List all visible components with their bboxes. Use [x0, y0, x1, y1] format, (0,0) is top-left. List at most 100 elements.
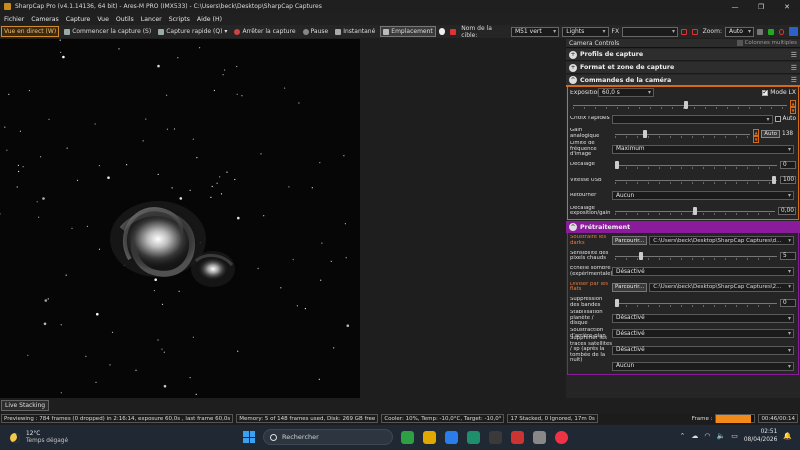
fx-select[interactable] — [622, 26, 678, 37]
menu-icon[interactable]: ☰ — [791, 51, 797, 59]
exposure-gain-offset-value[interactable]: 0,00 — [778, 207, 796, 216]
multi-columns-toggle[interactable]: Colonnes multiples — [736, 40, 797, 46]
exposure-gain-offset-slider[interactable] — [615, 207, 775, 216]
hot-pixels-value[interactable]: 5 — [780, 252, 796, 261]
menu-icon[interactable]: ☰ — [791, 76, 797, 84]
taskbar-app-icon[interactable] — [489, 430, 502, 444]
taskbar-search[interactable]: Rechercher — [263, 429, 393, 445]
menu-fichier[interactable]: Fichier — [4, 16, 24, 23]
quick-choice-select[interactable] — [612, 114, 773, 124]
cloud-icon[interactable]: ☁ — [691, 432, 698, 440]
target-name-select[interactable]: M51 vert — [510, 26, 560, 37]
menu-lancer[interactable]: Lancer — [141, 16, 162, 23]
offset-slider[interactable] — [615, 160, 777, 169]
close-button[interactable]: ✕ — [774, 3, 800, 11]
menu-icon[interactable]: ☰ — [791, 64, 797, 72]
placement-button[interactable]: Emplacement — [380, 26, 436, 37]
framerate-row: Limite de fréquence d'image Maximum — [568, 141, 798, 158]
slider-thumb[interactable] — [693, 207, 698, 216]
pause-button[interactable]: Pause — [301, 26, 331, 37]
background-subtraction-select[interactable]: Désactivé — [612, 329, 794, 339]
lx-mode-toggle[interactable]: Mode LX — [762, 88, 796, 96]
grid-icon[interactable] — [691, 28, 698, 35]
star — [6, 149, 8, 151]
banding-value[interactable]: 0 — [780, 298, 796, 307]
gain-slider[interactable] — [615, 129, 751, 138]
start-capture-button[interactable]: Commencer la capture (S) — [62, 26, 153, 37]
maximize-button[interactable]: ❐ — [748, 3, 774, 11]
gain-spinner[interactable]: ▲ ▼ — [753, 128, 760, 143]
clock[interactable]: 02:51 08/04/2026 — [744, 428, 777, 444]
chevron-up-icon[interactable]: ⌃ — [680, 432, 686, 440]
exposure-select[interactable]: 60,0 s — [598, 88, 654, 97]
histogram-icon[interactable] — [757, 28, 763, 35]
menu-vue[interactable]: Vue — [97, 16, 109, 23]
menu-scripts[interactable]: Scripts — [169, 16, 190, 23]
auto-toggle[interactable]: Auto — [774, 116, 796, 122]
section-capture-profiles[interactable]: + Profils de capture ☰ — [566, 49, 800, 61]
menu-outils[interactable]: Outils — [116, 16, 134, 23]
battery-icon[interactable]: ▭ — [731, 432, 738, 440]
flats-browse-button[interactable]: Parcourir... — [612, 282, 648, 292]
crop-icon[interactable] — [680, 28, 687, 35]
stop-capture-button[interactable]: Arrêter la capture — [232, 26, 297, 37]
volume-icon[interactable]: 🔈 — [717, 432, 726, 440]
star — [157, 64, 160, 68]
flip-select[interactable]: Aucun — [612, 191, 794, 201]
gain-auto-button[interactable]: Auto — [761, 129, 780, 138]
menu-cameras[interactable]: Cameras — [31, 16, 59, 23]
taskbar-app-icon[interactable] — [445, 430, 458, 444]
windows-start-icon[interactable] — [243, 431, 255, 443]
section-format[interactable]: + Format et zone de capture ☰ — [566, 62, 800, 74]
taskbar-app-icon[interactable] — [511, 430, 524, 444]
offset-value[interactable]: 0 — [780, 160, 796, 169]
zoom-select[interactable]: Auto — [724, 26, 755, 37]
snapshot-button[interactable]: Instantané — [333, 26, 377, 37]
dark-scale-select[interactable]: Désactivé — [612, 267, 794, 277]
checkbox-icon — [774, 116, 781, 122]
framerate-select[interactable]: Maximum — [612, 144, 794, 154]
usb-speed-slider[interactable] — [615, 176, 777, 185]
exposure-spinner[interactable]: ▲ ▼ — [790, 100, 796, 114]
slider-thumb[interactable] — [639, 252, 644, 261]
record-icon[interactable] — [438, 28, 446, 35]
notification-icon[interactable]: 🔔 — [783, 432, 792, 440]
banding-slider[interactable] — [615, 298, 777, 307]
menu-aide[interactable]: Aide (H) — [197, 16, 222, 23]
slider-thumb[interactable] — [643, 129, 648, 138]
live-view-button[interactable]: Vue en direct (W) — [1, 26, 60, 37]
exposure-slider[interactable] — [573, 101, 787, 109]
banding-row: Suppression des bandes 0 — [568, 295, 798, 311]
slider-thumb[interactable] — [615, 160, 619, 169]
section-camera-controls[interactable]: ^ Commandes de la caméra ☰ — [566, 75, 800, 87]
weather-widget[interactable]: 12°C Temps dégagé — [10, 431, 68, 445]
taskbar-app-icon[interactable] — [401, 430, 414, 444]
triangle-icon[interactable] — [767, 28, 774, 35]
section-preprocessing[interactable]: ^ Prétraitement — [566, 221, 800, 233]
slider-thumb[interactable] — [615, 298, 619, 307]
taskbar-app-icon[interactable] — [555, 430, 568, 444]
planet-stabilization-select[interactable]: Désactivé — [612, 313, 794, 323]
flats-path-select[interactable]: C:\Users\beck\Desktop\SharpCap Captures\… — [649, 282, 794, 292]
satellite-trails-select[interactable]: Désactivé — [612, 345, 794, 355]
slider-thumb[interactable] — [684, 101, 689, 109]
slider-thumb[interactable] — [772, 176, 777, 185]
frame-type-select[interactable]: Lights — [562, 26, 609, 37]
taskbar-app-icon[interactable] — [533, 430, 546, 444]
hot-pixels-slider[interactable] — [615, 252, 777, 261]
live-stacking-tab[interactable]: Live Stacking — [1, 400, 50, 411]
wifi-icon[interactable]: ◠ — [704, 432, 710, 440]
menu-capture[interactable]: Capture — [66, 16, 91, 23]
image-viewer[interactable] — [0, 39, 360, 398]
reticle-icon[interactable] — [778, 28, 785, 35]
taskbar-app-icon[interactable] — [467, 430, 480, 444]
minimize-button[interactable]: — — [722, 3, 748, 11]
darks-browse-button[interactable]: Parcourir... — [612, 236, 648, 246]
quick-capture-button[interactable]: Capture rapide (Q) ▾ — [156, 26, 229, 37]
taskbar-app-icon[interactable] — [423, 430, 436, 444]
last-option-select[interactable]: Aucun — [612, 361, 794, 371]
pen-icon[interactable] — [789, 27, 798, 36]
usb-speed-value[interactable]: 100 — [780, 176, 796, 185]
darks-path-select[interactable]: C:\Users\beck\Desktop\SharpCap Captures\… — [649, 236, 794, 246]
star — [28, 90, 30, 92]
